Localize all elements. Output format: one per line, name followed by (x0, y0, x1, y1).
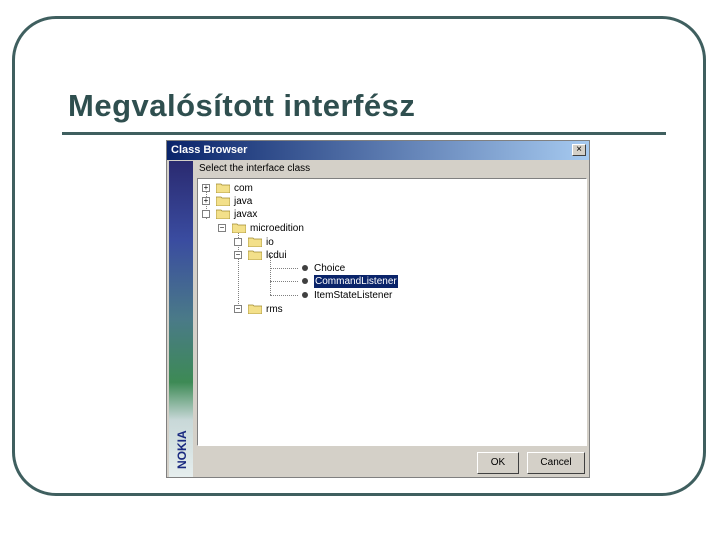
expand-icon[interactable] (234, 238, 242, 246)
collapse-icon[interactable]: − (234, 251, 242, 259)
folder-icon (248, 304, 262, 314)
tree-label: ItemStateListener (314, 290, 393, 301)
tree-node-lcdui[interactable]: − lcdui (234, 249, 354, 262)
tree-label: io (266, 237, 274, 248)
folder-icon (216, 196, 230, 206)
ok-button[interactable]: OK (477, 452, 519, 474)
tree-label: Choice (314, 263, 346, 274)
tree-label: microedition (250, 223, 304, 234)
tree-node-com[interactable]: + com (202, 182, 322, 195)
dialog-titlebar[interactable]: Class Browser (167, 141, 589, 160)
collapse-icon[interactable]: − (234, 305, 242, 313)
collapse-icon[interactable]: − (218, 224, 226, 232)
tree-label: rms (266, 304, 283, 315)
tree-connector (270, 281, 298, 282)
tree-node-choice[interactable]: Choice (298, 262, 458, 275)
close-button[interactable]: × (572, 144, 586, 156)
tree-node-java[interactable]: + java (202, 195, 322, 208)
tree-node-microedition[interactable]: − microedition (218, 222, 378, 235)
folder-icon (248, 237, 262, 247)
nokia-logo: NOKIA (175, 430, 189, 469)
tree-label-selected: CommandListener (314, 275, 398, 288)
interface-bullet-icon (302, 292, 308, 298)
tree-connector (270, 295, 298, 296)
tree-label: javax (234, 209, 258, 220)
title-divider (62, 132, 666, 135)
interface-bullet-icon (302, 265, 308, 271)
folder-open-icon (232, 223, 246, 233)
tree-node-io[interactable]: io (234, 236, 354, 249)
tree-label: java (234, 196, 253, 207)
folder-open-icon (248, 250, 262, 260)
tree-label: lcdui (266, 250, 287, 261)
tree-node-command-listener[interactable]: CommandListener (298, 275, 478, 288)
tree-label: com (234, 183, 253, 194)
folder-icon (216, 183, 230, 193)
dialog-prompt: Select the interface class (199, 163, 311, 174)
slide-title: Megvalósított interfész (68, 88, 416, 123)
class-browser-dialog: Class Browser × NOKIA Select the interfa… (166, 140, 590, 478)
tree-node-javax[interactable]: javax (202, 208, 322, 221)
tree-node-rms[interactable]: − rms (234, 303, 354, 316)
svg-text:NOKIA: NOKIA (175, 430, 189, 469)
tree-node-item-state-listener[interactable]: ItemStateListener (298, 289, 478, 302)
brand-strip: NOKIA (169, 161, 193, 477)
folder-open-icon (216, 209, 230, 219)
class-tree[interactable]: + com + java javax − microedition io − l… (197, 178, 587, 446)
interface-bullet-icon (302, 278, 308, 284)
collapse-icon[interactable] (202, 210, 210, 218)
close-icon: × (576, 144, 582, 155)
tree-connector (270, 268, 298, 269)
dialog-title: Class Browser (171, 144, 248, 156)
cancel-button[interactable]: Cancel (527, 452, 585, 474)
expand-icon[interactable]: + (202, 197, 210, 205)
expand-icon[interactable]: + (202, 184, 210, 192)
